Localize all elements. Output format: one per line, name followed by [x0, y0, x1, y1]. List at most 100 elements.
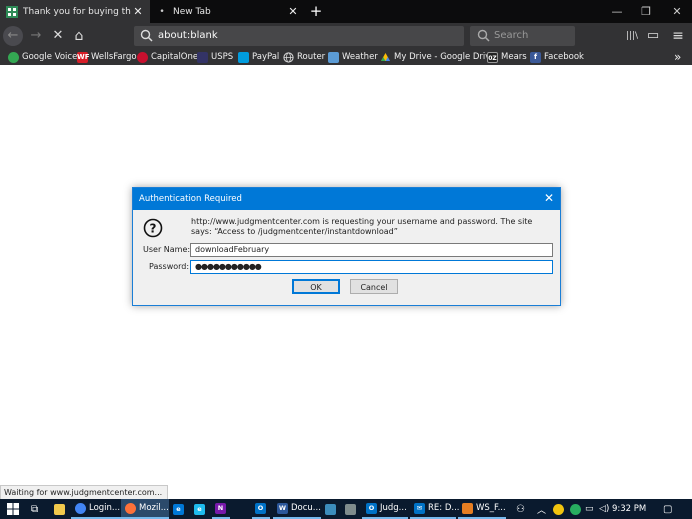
- taskbar-ws-ftp[interactable]: WS_F...: [458, 499, 506, 519]
- taskbar-word-document[interactable]: W Docu...: [273, 499, 321, 519]
- stop-button[interactable]: ✕: [48, 27, 68, 45]
- taskbar-label: Mozil...: [139, 503, 169, 513]
- taskbar-outlook-reply[interactable]: ✉ RE: D...: [410, 499, 460, 519]
- library-icon[interactable]: |||\: [622, 27, 642, 45]
- bookmark-mears[interactable]: 0Z Mears: [487, 49, 527, 65]
- password-label: Password:: [149, 262, 190, 271]
- task-view-icon[interactable]: ⧉: [31, 499, 38, 519]
- tab-new-tab[interactable]: • New Tab ✕: [150, 0, 305, 23]
- windows-logo-icon: [7, 503, 19, 515]
- taskbar-firefox[interactable]: Mozil...: [121, 499, 169, 519]
- bookmark-label: USPS: [211, 52, 234, 62]
- new-tab-button[interactable]: +: [308, 2, 324, 20]
- facebook-icon: f: [530, 51, 541, 63]
- bookmark-wellsfargo[interactable]: WF WellsFargo: [77, 49, 137, 65]
- google-voice-icon: [8, 51, 19, 63]
- tab-thank-you[interactable]: Thank you for buying the Judg ✕: [0, 0, 150, 23]
- taskbar-outlook-judg[interactable]: O Judg...: [362, 499, 408, 519]
- dialog-titlebar[interactable]: Authentication Required ✕: [133, 188, 560, 210]
- app2-icon: [345, 503, 356, 515]
- bookmark-label: WellsFargo: [91, 52, 137, 62]
- outlook-icon: O: [366, 502, 377, 514]
- ie-icon: e: [194, 503, 205, 515]
- outlook-icon: O: [255, 502, 266, 514]
- taskbar-outlook[interactable]: O: [252, 499, 270, 519]
- clock[interactable]: 9:32 PM: [612, 504, 646, 514]
- bookmark-label: Router: [297, 52, 326, 62]
- password-field[interactable]: ●●●●●●●●●●●: [190, 260, 553, 274]
- forward-button[interactable]: →: [26, 27, 46, 45]
- search-input[interactable]: Search: [470, 26, 575, 46]
- bookmarks-overflow-icon[interactable]: »: [674, 49, 681, 65]
- bookmark-label: Weather: [342, 52, 378, 62]
- bookmark-google-drive[interactable]: My Drive - Google Drive: [380, 49, 496, 65]
- chrome-icon: [75, 502, 86, 514]
- people-icon[interactable]: ⚇: [516, 499, 525, 519]
- bookmark-router[interactable]: Router: [283, 49, 325, 65]
- tab-title: New Tab: [173, 6, 211, 17]
- taskbar-onenote[interactable]: N: [212, 499, 230, 519]
- username-field[interactable]: downloadFebruary: [190, 243, 553, 257]
- bookmark-google-voice[interactable]: Google Voice: [8, 49, 77, 65]
- bookmark-label: Mears: [501, 52, 527, 62]
- home-button[interactable]: ⌂: [69, 27, 89, 45]
- tray-app2-icon[interactable]: [570, 499, 581, 519]
- google-drive-icon: [381, 52, 390, 61]
- notifications-icon[interactable]: ▢: [663, 499, 672, 519]
- status-text: Waiting for www.judgmentcenter.com...: [0, 485, 169, 500]
- start-button[interactable]: [7, 499, 19, 519]
- globe-icon: [283, 51, 294, 63]
- menu-icon[interactable]: ≡: [668, 27, 688, 45]
- bookmark-weather[interactable]: Weather: [328, 49, 378, 65]
- taskbar-label: Judg...: [380, 503, 407, 513]
- network-icon[interactable]: ▭: [585, 499, 594, 519]
- taskbar-label: Docu...: [291, 503, 321, 513]
- taskbar-label: RE: D...: [428, 503, 460, 513]
- tab-close-icon[interactable]: ✕: [286, 5, 300, 18]
- restore-button[interactable]: ❐: [631, 0, 661, 23]
- tab-title: Thank you for buying the Judg: [23, 6, 131, 17]
- weather-icon: [328, 51, 339, 63]
- dialog-message: http://www.judgmentcenter.com is request…: [191, 217, 533, 236]
- address-bar[interactable]: about:blank: [134, 26, 464, 46]
- bookmark-label: Facebook: [544, 52, 584, 62]
- authentication-dialog: Authentication Required ✕ ? http://www.j…: [132, 187, 561, 306]
- taskbar-file-explorer[interactable]: [54, 499, 68, 519]
- minimize-button[interactable]: —: [602, 0, 632, 23]
- word-icon: W: [277, 502, 288, 514]
- bookmark-paypal[interactable]: PayPal: [238, 49, 279, 65]
- taskbar-chrome-login[interactable]: Login...: [71, 499, 121, 519]
- bookmark-label: PayPal: [252, 52, 280, 62]
- taskbar-app2[interactable]: [345, 499, 359, 519]
- search-icon: [477, 29, 490, 42]
- taskbar-edge[interactable]: e: [173, 499, 187, 519]
- bookmarks-toolbar: Google Voice WF WellsFargo CapitalOne US…: [0, 49, 692, 65]
- bookmark-label: Google Voice: [22, 52, 78, 62]
- back-button[interactable]: ←: [3, 26, 23, 46]
- search-placeholder: Search: [494, 30, 529, 41]
- url-text[interactable]: about:blank: [158, 30, 218, 41]
- file-explorer-icon: [54, 503, 65, 515]
- tab-strip: Thank you for buying the Judg ✕ • New Ta…: [0, 0, 692, 23]
- taskbar-label: WS_F...: [476, 503, 506, 513]
- bookmark-usps[interactable]: USPS: [197, 49, 233, 65]
- volume-icon[interactable]: ◁): [599, 499, 609, 519]
- cancel-button[interactable]: Cancel: [350, 279, 398, 294]
- app-icon: [325, 503, 336, 515]
- window-close-button[interactable]: ✕: [662, 0, 692, 23]
- dialog-close-icon[interactable]: ✕: [544, 191, 554, 205]
- navigation-toolbar: ← → ✕ ⌂ about:blank Search |||\ ▭ ≡: [0, 23, 692, 49]
- tray-app-icon[interactable]: [553, 499, 564, 519]
- show-hidden-icons-icon[interactable]: ︿: [537, 499, 546, 519]
- bookmark-label: CapitalOne: [151, 52, 199, 62]
- question-icon: ?: [143, 218, 163, 238]
- taskbar-app[interactable]: [325, 499, 339, 519]
- taskbar-ie[interactable]: e: [194, 499, 208, 519]
- ok-button[interactable]: OK: [292, 279, 340, 294]
- edge-icon: e: [173, 503, 184, 515]
- bookmark-capitalone[interactable]: CapitalOne: [137, 49, 198, 65]
- tab-close-icon[interactable]: ✕: [131, 5, 145, 18]
- sidebar-icon[interactable]: ▭: [643, 27, 663, 45]
- paypal-icon: [238, 51, 249, 63]
- bookmark-facebook[interactable]: f Facebook: [530, 49, 584, 65]
